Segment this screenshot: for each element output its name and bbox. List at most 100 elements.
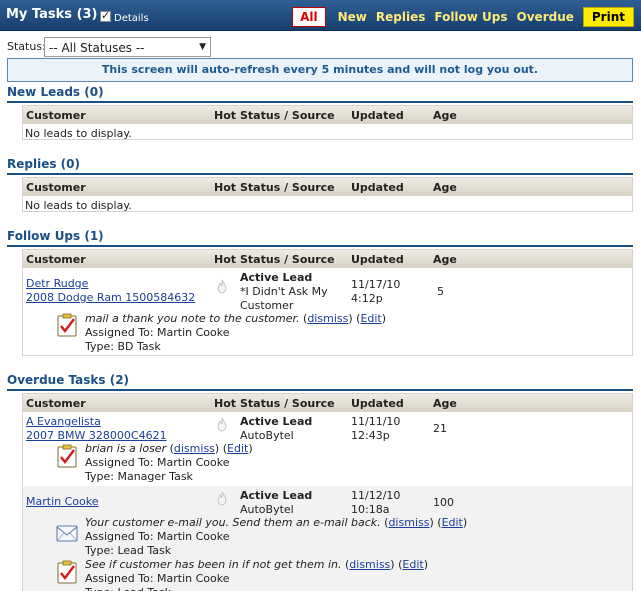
task-checklist-icon (57, 313, 77, 337)
empty-message: No leads to display. (25, 199, 132, 212)
page-title: My Tasks (3) (6, 7, 98, 22)
overdue-table: Customer Hot Status / Source Updated Age… (22, 393, 633, 591)
updated-time: 10:18a (351, 503, 390, 516)
table-row: Detr Rudge 2008 Dodge Ram 1500584632 Act… (23, 268, 632, 356)
col-hot[interactable]: Hot (214, 109, 236, 122)
table-header: Customer Hot Status / Source Updated Age (23, 106, 632, 124)
task-type: Type: Lead Task (85, 544, 172, 557)
updated-date: 11/17/10 (351, 278, 401, 291)
lead-status: Active Lead (240, 489, 313, 502)
details-checkbox[interactable] (100, 9, 111, 22)
updated-time: 4:12p (351, 292, 383, 305)
auto-refresh-notice: This screen will auto-refresh every 5 mi… (7, 58, 633, 82)
customer-name-link[interactable]: A Evangelista (26, 415, 101, 428)
col-age[interactable]: Age (433, 181, 457, 194)
task-item: See if customer has been in if not get t… (85, 558, 428, 591)
col-updated[interactable]: Updated (351, 109, 404, 122)
overdue-link[interactable]: Overdue (517, 10, 574, 24)
new-link[interactable]: New (338, 10, 367, 24)
hot-flame-icon[interactable] (216, 279, 228, 294)
status-label: Status: (7, 40, 46, 53)
task-item: brian is a loser (dismiss) (Edit) Assign… (85, 442, 253, 483)
lead-source: AutoBytel (240, 503, 294, 516)
updated-date: 11/12/10 (351, 489, 401, 502)
lead-age: 5 (437, 285, 444, 298)
dismiss-link[interactable]: dismiss (388, 516, 429, 529)
table-header: Customer Hot Status / Source Updated Age (23, 250, 632, 268)
lead-source-cont: Customer (240, 299, 294, 312)
edit-link[interactable]: Edit (227, 442, 248, 455)
title-count: (3) (76, 7, 98, 22)
col-hot[interactable]: Hot (214, 397, 236, 410)
customer-name-link[interactable]: Martin Cooke (26, 495, 98, 508)
edit-link[interactable]: Edit (402, 558, 423, 571)
chevron-down-icon: ▼ (199, 42, 206, 52)
task-assigned: Assigned To: Martin Cooke (85, 456, 230, 469)
lead-status: Active Lead (240, 415, 313, 428)
task-text: mail a thank you note to the customer. (85, 312, 300, 325)
section-title-replies: Replies (0) (7, 157, 633, 175)
task-item: mail a thank you note to the customer. (… (85, 312, 387, 353)
updated-time: 12:43p (351, 429, 390, 442)
task-item: Your customer e-mail you. Send them an e… (85, 516, 468, 557)
lead-status: Active Lead (240, 271, 313, 284)
col-customer[interactable]: Customer (26, 109, 86, 122)
task-assigned: Assigned To: Martin Cooke (85, 530, 230, 543)
task-type: Type: BD Task (85, 340, 161, 353)
customer-name-link[interactable]: Detr Rudge (26, 277, 88, 290)
title-text: My Tasks (6, 7, 73, 22)
task-text: See if customer has been in if not get t… (85, 558, 342, 571)
col-hot[interactable]: Hot (214, 253, 236, 266)
task-assigned: Assigned To: Martin Cooke (85, 326, 230, 339)
empty-message: No leads to display. (25, 127, 132, 140)
col-customer[interactable]: Customer (26, 397, 86, 410)
task-type: Type: Manager Task (85, 470, 193, 483)
replies-link[interactable]: Replies (376, 10, 425, 24)
new-leads-table: Customer Hot Status / Source Updated Age… (22, 105, 633, 140)
hot-flame-icon[interactable] (216, 417, 228, 432)
follow-ups-table: Customer Hot Status / Source Updated Age… (22, 249, 633, 356)
dismiss-link[interactable]: dismiss (174, 442, 215, 455)
lead-source: *I Didn't Ask My (240, 285, 328, 298)
lead-source: AutoBytel (240, 429, 294, 442)
status-select[interactable]: -- All Statuses -- ▼ (44, 37, 211, 57)
replies-table: Customer Hot Status / Source Updated Age… (22, 177, 633, 212)
col-updated[interactable]: Updated (351, 397, 404, 410)
dismiss-link[interactable]: dismiss (349, 558, 390, 571)
col-hot[interactable]: Hot (214, 181, 236, 194)
col-age[interactable]: Age (433, 109, 457, 122)
col-status[interactable]: Status / Source (240, 181, 335, 194)
task-assigned: Assigned To: Martin Cooke (85, 572, 230, 585)
status-selected-value: -- All Statuses -- (49, 41, 145, 55)
print-button[interactable]: Print (582, 7, 634, 27)
section-title-overdue: Overdue Tasks (2) (7, 373, 633, 391)
col-customer[interactable]: Customer (26, 253, 86, 266)
lead-age: 100 (433, 496, 454, 509)
table-row: A Evangelista 2007 BMW 328000C4621 Activ… (23, 412, 632, 486)
edit-link[interactable]: Edit (442, 516, 463, 529)
col-status[interactable]: Status / Source (240, 397, 335, 410)
col-age[interactable]: Age (433, 397, 457, 410)
filter-nav: All New Replies Follow Ups Overdue Print (292, 7, 634, 27)
col-status[interactable]: Status / Source (240, 253, 335, 266)
details-toggle[interactable]: Details (100, 9, 149, 24)
vehicle-link[interactable]: 2008 Dodge Ram 1500584632 (26, 291, 195, 304)
section-title-follow-ups: Follow Ups (1) (7, 229, 633, 247)
dismiss-link[interactable]: dismiss (307, 312, 348, 325)
col-age[interactable]: Age (433, 253, 457, 266)
col-updated[interactable]: Updated (351, 253, 404, 266)
email-envelope-icon (56, 525, 78, 542)
col-customer[interactable]: Customer (26, 181, 86, 194)
col-updated[interactable]: Updated (351, 181, 404, 194)
hot-flame-icon[interactable] (216, 491, 228, 506)
task-checklist-icon (57, 444, 77, 468)
vehicle-link[interactable]: 2007 BMW 328000C4621 (26, 429, 167, 442)
all-button[interactable]: All (292, 7, 326, 27)
follow-ups-link[interactable]: Follow Ups (434, 10, 507, 24)
edit-link[interactable]: Edit (360, 312, 381, 325)
table-row: Martin Cooke Active Lead AutoBytel 11/12… (23, 486, 632, 591)
task-checklist-icon (57, 560, 77, 584)
header-bar: My Tasks (3) Details All New Replies Fol… (0, 0, 641, 31)
table-header: Customer Hot Status / Source Updated Age (23, 394, 632, 412)
col-status[interactable]: Status / Source (240, 109, 335, 122)
